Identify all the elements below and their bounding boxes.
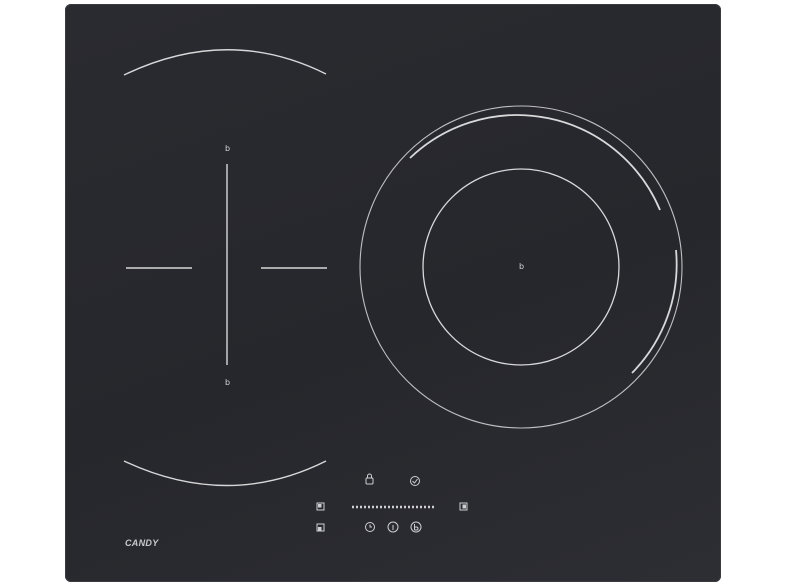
check-icon[interactable] xyxy=(410,476,420,486)
right-zone-extension-arc-lower xyxy=(631,249,678,374)
right-zone-extension-arc xyxy=(409,114,661,211)
zone-marker-top: b xyxy=(225,144,231,153)
left-zone-bottom-arc xyxy=(123,460,327,487)
info-icon[interactable] xyxy=(387,521,399,533)
left-zone-top-arc xyxy=(123,49,327,76)
zone-select-bottom-icon[interactable] xyxy=(316,523,325,532)
timer-icon[interactable] xyxy=(365,522,375,532)
power-icon[interactable] xyxy=(410,521,422,533)
lock-icon[interactable] xyxy=(365,473,374,485)
zone-select-right-icon[interactable] xyxy=(459,502,468,511)
zone-marker-right: b xyxy=(519,262,525,271)
zone-marker-bottom: b xyxy=(225,378,231,387)
cooktop-markings xyxy=(123,49,683,533)
zone-select-top-icon[interactable] xyxy=(316,502,325,511)
brand-logo: CANDY xyxy=(125,538,159,548)
